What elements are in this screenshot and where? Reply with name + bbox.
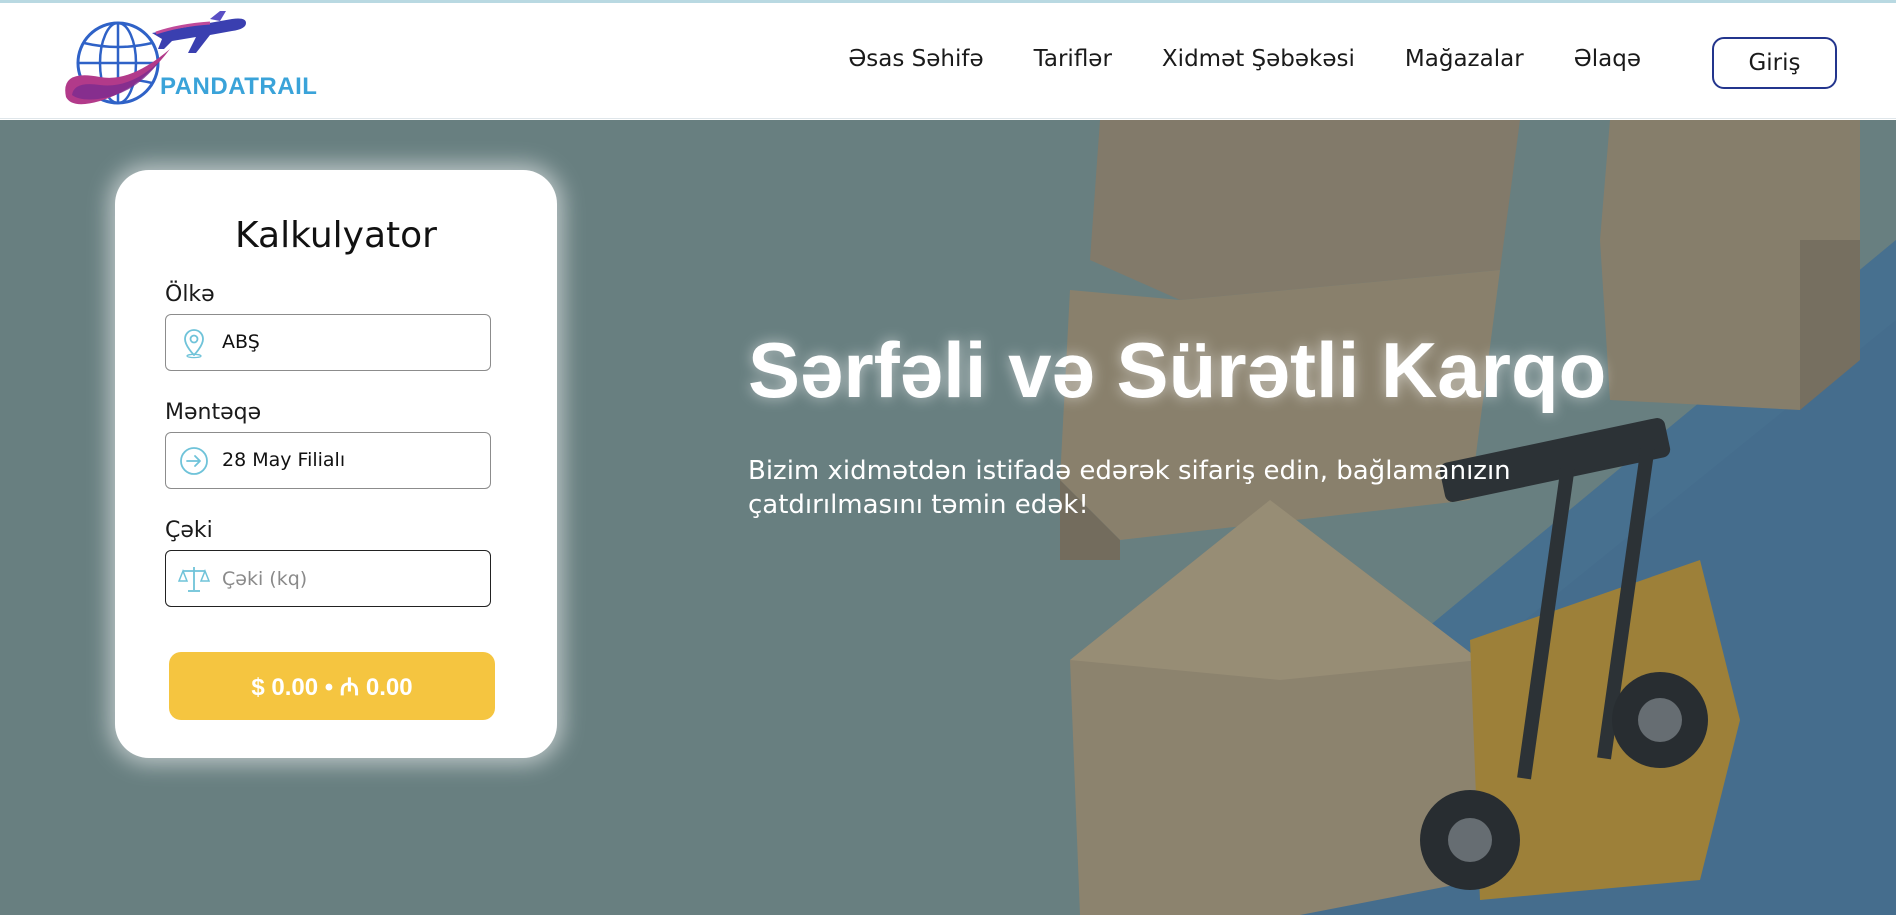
nav-item-contact[interactable]: Əlaqə <box>1574 46 1641 72</box>
hero-subtitle: Bizim xidmətdən istifadə edərək sifariş … <box>748 454 1548 522</box>
branch-select[interactable]: 28 May Filialı <box>165 432 491 489</box>
country-value: ABŞ <box>222 331 260 353</box>
branch-value: 28 May Filialı <box>222 449 346 471</box>
location-pin-icon <box>184 329 204 359</box>
weight-field[interactable] <box>165 550 491 607</box>
nav-item-stores[interactable]: Mağazalar <box>1405 46 1524 72</box>
country-select[interactable]: ABŞ <box>165 314 491 371</box>
nav-item-tariffs[interactable]: Tariflər <box>1034 46 1112 72</box>
calculator-title: Kalkulyator <box>235 215 437 256</box>
nav-item-home[interactable]: Əsas Səhifə <box>848 46 983 72</box>
calculator-card: Kalkulyator Ölkə ABŞ Məntəqə 28 May Fili… <box>115 170 557 758</box>
brand-name: PANDATRAIL <box>160 73 318 100</box>
weight-input[interactable] <box>222 561 472 597</box>
login-button[interactable]: Giriş <box>1712 37 1837 89</box>
country-label: Ölkə <box>165 282 215 307</box>
hero-title: Sərfəli və Sürətli Karqo <box>748 326 1607 414</box>
hero-subtitle-line-1: Bizim xidmətdən istifadə edərək sifariş … <box>748 456 1511 486</box>
arrow-circle-icon <box>180 447 208 475</box>
nav-item-service-network[interactable]: Xidmət Şəbəkəsi <box>1162 46 1355 72</box>
site-header: PANDATRAIL Əsas Səhifə Tariflər Xidmət Ş… <box>0 3 1896 119</box>
main-nav: Əsas Səhifə Tariflər Xidmət Şəbəkəsi Mağ… <box>848 46 1641 72</box>
branch-label: Məntəqə <box>165 400 262 425</box>
calculate-result-button[interactable]: $ 0.00 • ₼ 0.00 <box>169 652 495 720</box>
scale-icon <box>178 567 210 592</box>
hero-subtitle-line-2: çatdırılmasını təmin edək! <box>748 490 1089 520</box>
brand-logo[interactable]: PANDATRAIL <box>60 9 317 109</box>
weight-label: Çəki <box>165 518 213 543</box>
hero-section: Kalkulyator Ölkə ABŞ Məntəqə 28 May Fili… <box>0 120 1896 915</box>
